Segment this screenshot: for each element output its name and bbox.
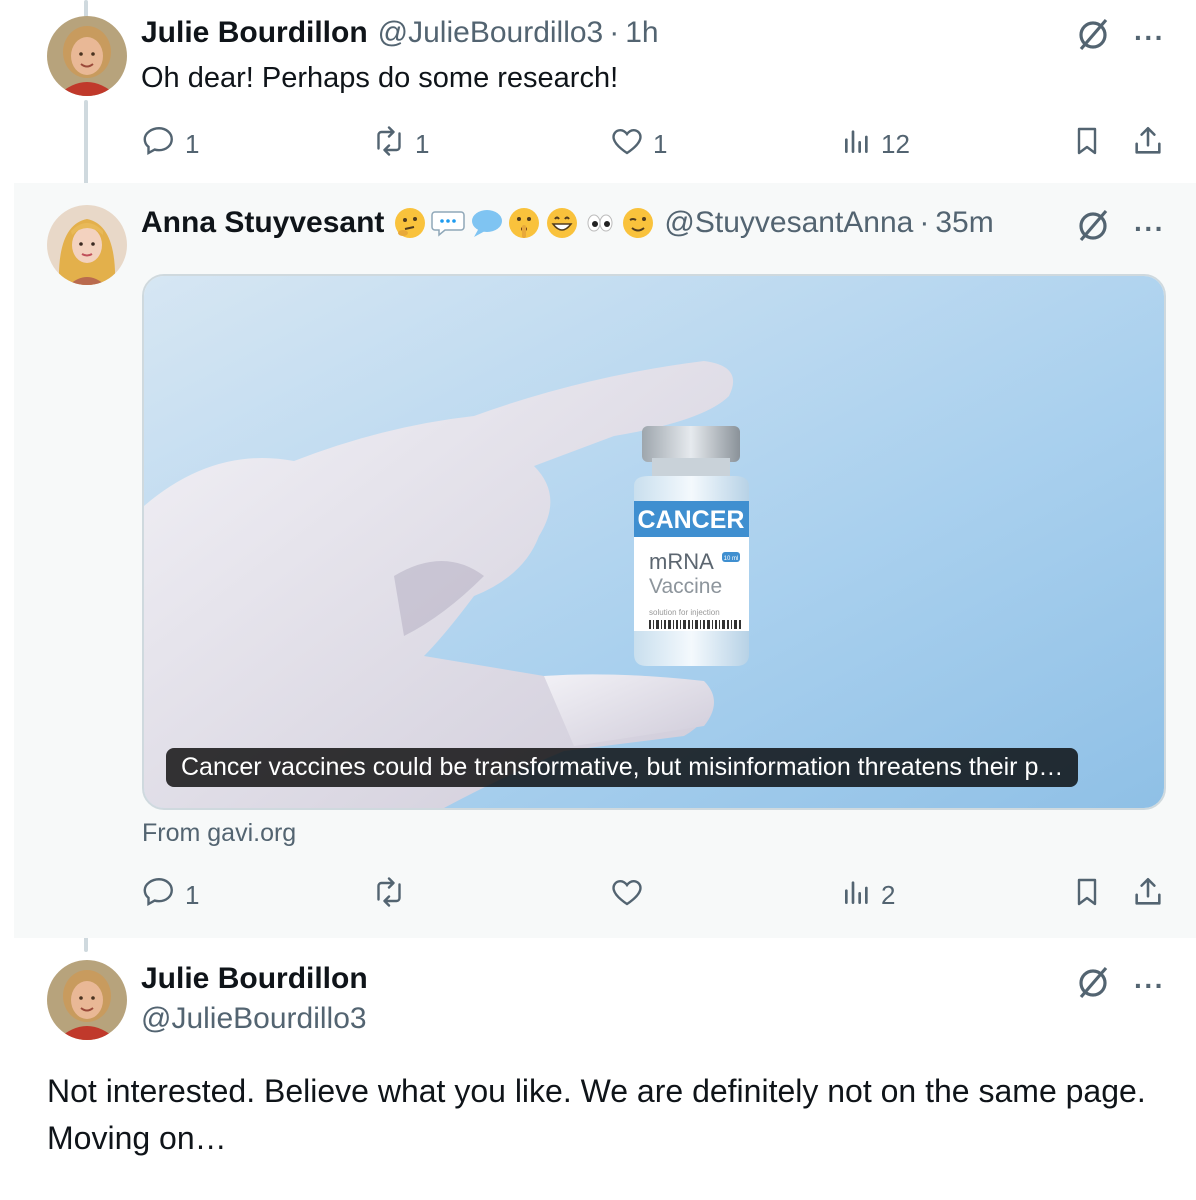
display-name[interactable]: Julie Bourdillon xyxy=(141,962,368,996)
reply-count: 1 xyxy=(185,879,200,910)
share-icon xyxy=(1131,124,1165,165)
name-emojis xyxy=(392,205,656,241)
link-card[interactable]: CANCER mRNA 10 ml Vaccine solution for i… xyxy=(142,274,1166,810)
more-options-button[interactable]: ··· xyxy=(1134,22,1165,54)
grok-icon[interactable] xyxy=(1074,16,1112,59)
bookmark-button[interactable] xyxy=(1071,124,1103,164)
vial-band-text: CANCER xyxy=(638,506,745,534)
thinking-face-icon xyxy=(392,205,428,241)
user-handle[interactable]: @JulieBourdillo3 xyxy=(141,1002,367,1036)
user-handle[interactable]: @JulieBourdillo3 xyxy=(378,16,604,50)
views-button[interactable]: 12 xyxy=(841,124,910,164)
display-name[interactable]: Anna Stuyvesant xyxy=(141,206,384,240)
repost-icon xyxy=(371,874,407,917)
bookmark-icon xyxy=(1071,124,1103,165)
grok-icon[interactable] xyxy=(1074,207,1112,250)
repost-count: 1 xyxy=(415,128,430,159)
tweet-actions: 1 2 xyxy=(141,875,1161,915)
timestamp[interactable]: 1h xyxy=(625,16,658,50)
tweet-top-actions: ··· xyxy=(1074,16,1165,59)
tweet-header: Anna Stuyvesant @StuyvesantAnna · 35m xyxy=(141,205,994,241)
display-name[interactable]: Julie Bourdillon xyxy=(141,16,368,50)
more-options-button[interactable]: ··· xyxy=(1134,213,1165,245)
reply-icon xyxy=(141,123,177,166)
tweet-2[interactable]: Anna Stuyvesant @StuyvesantAnna · 35m ··… xyxy=(14,183,1196,938)
vial-small-text: solution for injection xyxy=(649,608,720,617)
grok-icon[interactable] xyxy=(1074,964,1112,1007)
share-icon xyxy=(1131,875,1165,916)
tweet-top-actions: ··· xyxy=(1074,207,1165,250)
tweet-text: Oh dear! Perhaps do some research! xyxy=(141,62,619,94)
timestamp[interactable]: 35m xyxy=(935,206,993,240)
user-handle[interactable]: @StuyvesantAnna xyxy=(664,206,913,240)
bookmark-icon xyxy=(1071,875,1103,916)
avatar[interactable] xyxy=(47,16,127,96)
more-options-button[interactable]: ··· xyxy=(1134,970,1165,1002)
share-button[interactable] xyxy=(1131,124,1165,164)
vial-line1-text: mRNA xyxy=(649,549,714,574)
repost-icon xyxy=(371,123,407,166)
tweet-actions: 1 1 1 12 xyxy=(141,124,1161,164)
card-image: CANCER mRNA 10 ml Vaccine solution for i… xyxy=(144,276,1164,808)
separator-dot: · xyxy=(919,206,930,239)
tweet-text: Not interested. Believe what you like. W… xyxy=(47,1073,1146,1156)
reply-button[interactable]: 1 xyxy=(141,875,199,915)
tweet-header: Julie Bourdillon @JulieBourdillo3 · 1h xyxy=(141,16,659,50)
view-count: 2 xyxy=(881,879,896,910)
analytics-icon xyxy=(841,125,873,164)
views-button[interactable]: 2 xyxy=(841,875,895,915)
shushing-face-icon xyxy=(506,205,542,241)
repost-button[interactable]: 1 xyxy=(371,124,429,164)
winking-face-icon xyxy=(620,205,656,241)
analytics-icon xyxy=(841,876,873,915)
vial-line2-text: Vaccine xyxy=(649,575,722,598)
eyes-icon xyxy=(582,205,618,241)
heart-icon xyxy=(609,874,645,917)
avatar[interactable] xyxy=(47,960,127,1040)
reply-icon xyxy=(141,874,177,917)
repost-button[interactable] xyxy=(371,875,415,915)
reply-button[interactable]: 1 xyxy=(141,124,199,164)
avatar[interactable] xyxy=(47,205,127,285)
card-source[interactable]: From gavi.org xyxy=(142,819,296,848)
like-button[interactable]: 1 xyxy=(609,124,667,164)
grinning-face-icon xyxy=(544,205,580,241)
share-button[interactable] xyxy=(1131,875,1165,915)
tweet-3[interactable]: Julie Bourdillon @JulieBourdillo3 ··· No… xyxy=(14,938,1196,1200)
tweet-top-actions: ··· xyxy=(1074,964,1165,1007)
heart-icon xyxy=(609,123,645,166)
speech-bubble-icon xyxy=(468,205,504,241)
bookmark-button[interactable] xyxy=(1071,875,1103,915)
speech-bubble-icon xyxy=(430,205,466,241)
card-caption: Cancer vaccines could be transformative,… xyxy=(166,748,1079,787)
like-count: 1 xyxy=(653,128,668,159)
reply-count: 1 xyxy=(185,128,200,159)
vial-tag-text: 10 ml xyxy=(724,556,739,562)
tweet-1[interactable]: Julie Bourdillon @JulieBourdillo3 · 1h ·… xyxy=(14,0,1196,183)
like-button[interactable] xyxy=(609,875,653,915)
separator-dot: · xyxy=(609,16,620,49)
view-count: 12 xyxy=(881,128,910,159)
